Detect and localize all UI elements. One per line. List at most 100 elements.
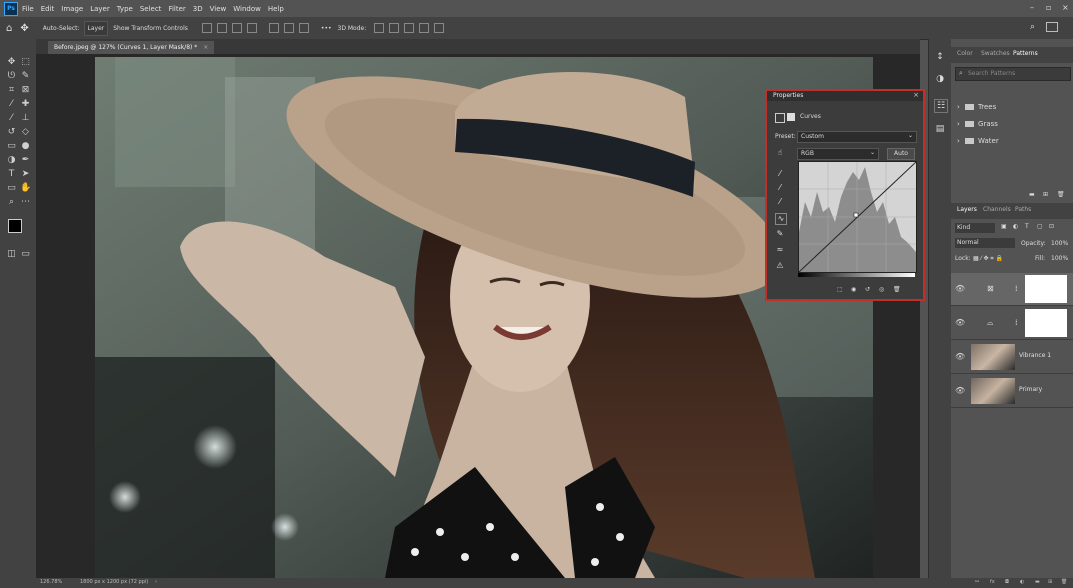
gradient-tool-icon[interactable]: ▭ <box>6 141 17 152</box>
panel-close-icon[interactable]: × <box>913 91 919 99</box>
align-center-icon[interactable] <box>216 23 227 33</box>
distribute-vertical-icon[interactable] <box>283 23 294 33</box>
type-tool-icon[interactable]: T <box>6 169 17 180</box>
status-arrow-icon[interactable]: › <box>155 579 157 585</box>
layer-levels-1[interactable]: 👁 ⌓ ⁞ <box>951 307 1073 340</box>
properties-panel-header[interactable]: Properties × <box>767 91 923 101</box>
tab-swatches[interactable]: Swatches <box>981 50 1010 57</box>
pen-tool-icon[interactable]: ✒ <box>20 155 31 166</box>
home-icon[interactable]: ⌂ <box>6 23 12 34</box>
more-options-icon[interactable]: ••• <box>321 25 332 32</box>
smooth-icon[interactable]: ≈ <box>775 245 785 255</box>
curves-graph[interactable] <box>798 161 917 273</box>
new-group-icon[interactable]: ▬ <box>1029 191 1035 198</box>
align-top-icon[interactable] <box>246 23 257 33</box>
eyedropper-gray-icon[interactable]: ⁄ <box>775 183 785 193</box>
3d-pan-icon[interactable] <box>404 23 415 33</box>
pattern-folder-grass[interactable]: › Grass <box>957 118 1069 130</box>
dodge-tool-icon[interactable]: ◑ <box>6 155 17 166</box>
crop-tool-icon[interactable]: ⌗ <box>6 85 17 96</box>
menu-layer[interactable]: Layer <box>90 5 110 13</box>
opacity-value[interactable]: 100% <box>1051 240 1068 247</box>
filter-adjustment-icon[interactable]: ◐ <box>1013 223 1018 230</box>
layer-mask-thumbnail[interactable] <box>1025 309 1067 337</box>
filter-smart-icon[interactable]: ⊡ <box>1049 223 1054 230</box>
layer-curves-1[interactable]: 👁 ⊠ ⁞ <box>951 273 1073 306</box>
delete-pattern-icon[interactable]: 🗑 <box>1057 191 1065 198</box>
menu-edit[interactable]: Edit <box>41 5 55 13</box>
new-group-icon[interactable]: ▬ <box>1035 579 1040 585</box>
blend-mode-dropdown[interactable]: Normal <box>955 238 1015 248</box>
zoom-level[interactable]: 126.78% <box>40 579 62 585</box>
menu-window[interactable]: Window <box>233 5 261 13</box>
channel-dropdown[interactable]: RGB ⌄ <box>797 148 879 160</box>
layer-kind-filter[interactable]: Kind <box>955 223 995 233</box>
foreground-color-swatch[interactable] <box>8 219 22 233</box>
visibility-eye-icon[interactable]: 👁 <box>955 318 965 327</box>
visibility-eye-icon[interactable]: 👁 <box>955 284 965 293</box>
align-right-icon[interactable] <box>231 23 242 33</box>
3d-rotate-icon[interactable] <box>374 23 385 33</box>
move-tool-icon[interactable]: ✥ <box>6 57 17 68</box>
auto-select-label[interactable]: Auto-Select: <box>43 25 80 32</box>
eraser-tool-icon[interactable]: ◇ <box>20 127 31 138</box>
menu-filter[interactable]: Filter <box>168 5 185 13</box>
menu-help[interactable]: Help <box>268 5 284 13</box>
pattern-folder-water[interactable]: › Water <box>957 135 1069 147</box>
screen-mode-icon[interactable]: ▭ <box>20 249 31 260</box>
edit-toolbar-icon[interactable]: ⋯ <box>20 197 31 208</box>
view-previous-icon[interactable]: ◉ <box>851 286 856 293</box>
healing-brush-tool-icon[interactable]: ✚ <box>20 99 31 110</box>
distribute-horizontal-icon[interactable] <box>298 23 309 33</box>
filter-pixel-icon[interactable]: ▣ <box>1001 223 1007 230</box>
maximize-icon[interactable]: ▫ <box>1046 3 1051 12</box>
brush-tool-icon[interactable]: ⁄ <box>6 113 17 124</box>
rectangle-tool-icon[interactable]: ▭ <box>6 183 17 194</box>
3d-scale-icon[interactable] <box>434 23 445 33</box>
layer-style-icon[interactable]: fx <box>990 579 995 585</box>
new-pattern-icon[interactable]: ⊞ <box>1043 191 1048 198</box>
adjustments-icon[interactable]: ◑ <box>934 73 946 85</box>
clone-stamp-tool-icon[interactable]: ⊥ <box>20 113 31 124</box>
on-image-adjust-icon[interactable]: ☝ <box>775 148 785 158</box>
zoom-tool-icon[interactable]: ⌕ <box>6 197 17 208</box>
auto-button[interactable]: Auto <box>887 148 915 160</box>
distribute-icon[interactable] <box>268 23 279 33</box>
auto-select-dropdown[interactable]: Layer <box>83 20 109 36</box>
layer-vibrance-1[interactable]: 👁 Vibrance 1 <box>951 341 1073 374</box>
layer-name[interactable]: Vibrance 1 <box>1019 352 1051 359</box>
eyedropper-black-icon[interactable]: ⁄ <box>775 169 785 179</box>
workspace-icon[interactable] <box>1046 22 1058 32</box>
history-icon[interactable]: ↕ <box>934 51 946 63</box>
menu-type[interactable]: Type <box>117 5 133 13</box>
menu-file[interactable]: File <box>22 5 34 13</box>
minimize-icon[interactable]: – <box>1030 3 1034 12</box>
blur-tool-icon[interactable]: ● <box>20 141 31 152</box>
search-icon[interactable]: ⌕ <box>1030 22 1035 32</box>
tab-paths[interactable]: Paths <box>1015 206 1031 213</box>
lock-pixels-icon[interactable]: ▦ ⁄ ✥ ⌗ 🔒 <box>973 255 1003 263</box>
lasso-tool-icon[interactable]: ᘎ <box>6 71 17 82</box>
3d-roll-icon[interactable] <box>389 23 400 33</box>
filter-shape-icon[interactable]: ▢ <box>1037 223 1043 230</box>
delete-icon[interactable]: 🗑 <box>893 286 901 293</box>
marquee-tool-icon[interactable]: ⬚ <box>20 57 31 68</box>
trash-icon[interactable]: 🗑 <box>1061 579 1067 585</box>
frame-tool-icon[interactable]: ⊠ <box>20 85 31 96</box>
tab-channels[interactable]: Channels <box>983 206 1011 213</box>
menu-select[interactable]: Select <box>140 5 162 13</box>
fill-value[interactable]: 100% <box>1051 255 1068 262</box>
pattern-search-input[interactable]: ⌕ Search Patterns <box>955 67 1071 81</box>
tab-layers[interactable]: Layers <box>957 206 977 213</box>
curve-edit-icon[interactable]: ∿ <box>775 213 787 225</box>
clipping-warning-icon[interactable]: ⚠ <box>775 261 785 271</box>
layer-mask-icon[interactable] <box>787 113 795 121</box>
pencil-icon[interactable]: ✎ <box>775 229 785 239</box>
layer-mask-thumbnail[interactable] <box>1025 275 1067 303</box>
visibility-eye-icon[interactable]: 👁 <box>955 386 965 395</box>
show-transform-controls[interactable]: Show Transform Controls <box>113 25 188 32</box>
document-canvas-image[interactable] <box>95 57 873 578</box>
close-icon[interactable]: × <box>1062 3 1069 12</box>
menu-3d[interactable]: 3D <box>193 5 203 13</box>
pattern-folder-trees[interactable]: › Trees <box>957 101 1069 113</box>
